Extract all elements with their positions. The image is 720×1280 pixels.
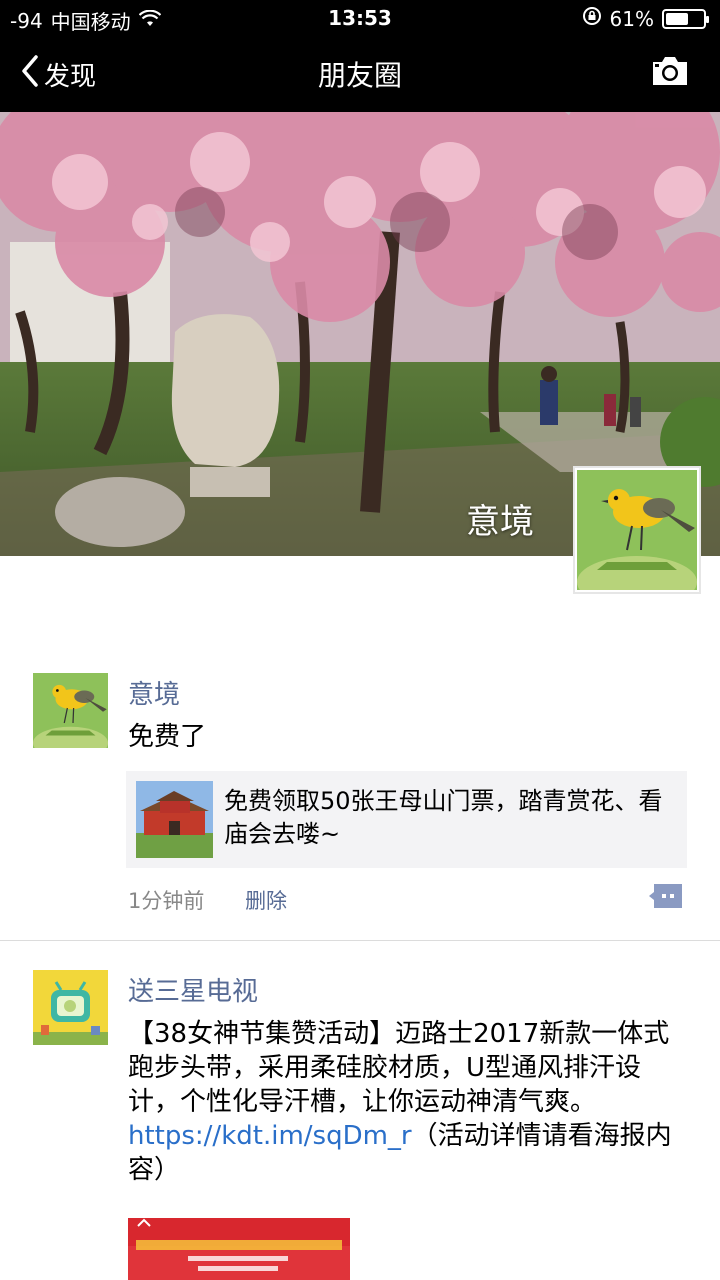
battery-icon: [662, 8, 709, 29]
camera-button[interactable]: [650, 54, 690, 92]
comment-icon: [648, 884, 684, 914]
post-time: 1分钟前: [128, 889, 205, 913]
post-text: 【38女神节集赞活动】迈路士2017新款一体式跑步头带，采用柔硅胶材质，U型通风…: [128, 1017, 688, 1187]
post-avatar[interactable]: [33, 673, 108, 748]
bird-avatar-image: [33, 673, 108, 748]
shared-link-title: 免费领取50张王母山门票，踏青赏花、看庙会去喽~: [224, 787, 663, 848]
nav-bar: 发现 朋友圈: [0, 36, 720, 112]
post-meta: 1分钟前 删除: [128, 885, 287, 915]
shared-link-thumbnail: [136, 781, 213, 858]
post-text-body: 【38女神节集赞活动】迈路士2017新款一体式跑步头带，采用柔硅胶材质，U型通风…: [128, 1019, 670, 1117]
camera-icon: [650, 57, 690, 92]
post-link[interactable]: https://kdt.im/sqDm_r: [128, 1121, 412, 1151]
delete-button[interactable]: 删除: [245, 889, 287, 913]
post-text: 免费了: [128, 722, 207, 752]
status-bar: -94 中国移动 13:53 61%: [0, 0, 720, 36]
post-user-name[interactable]: 送三星电视: [128, 971, 258, 1008]
post-poster-image[interactable]: [128, 1218, 350, 1280]
tv-avatar-image: [33, 970, 108, 1045]
status-right: 61%: [582, 6, 709, 31]
profile-avatar[interactable]: [573, 466, 701, 608]
bird-avatar-image: [577, 470, 697, 608]
shared-link-card[interactable]: 免费领取50张王母山门票，踏青赏花、看庙会去喽~: [126, 771, 687, 868]
battery-percent: 61%: [609, 6, 654, 31]
cover-user-name: 意境: [466, 502, 534, 542]
page-title: 朋友圈: [317, 59, 402, 92]
rotation-lock-icon: [582, 6, 602, 31]
post-avatar[interactable]: [33, 970, 108, 1045]
post-user-name[interactable]: 意境: [128, 674, 180, 711]
comment-button[interactable]: [648, 882, 684, 914]
post-divider: [0, 940, 720, 941]
